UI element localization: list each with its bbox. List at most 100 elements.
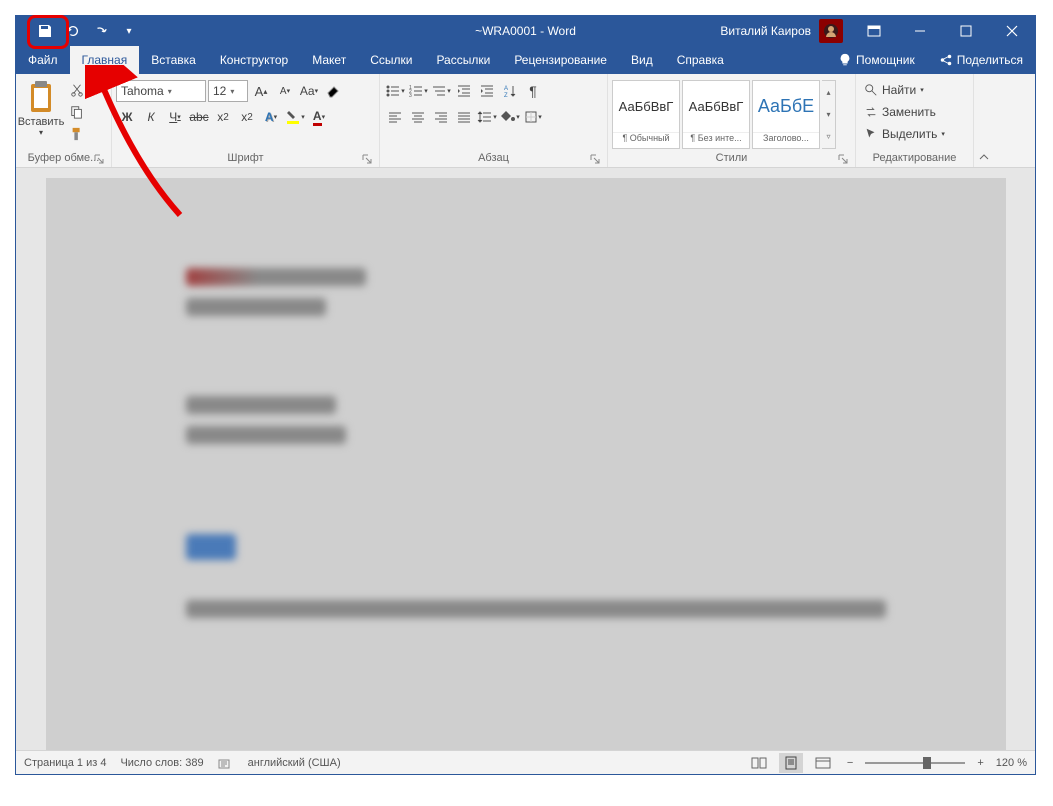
minimize-button[interactable] <box>897 16 943 46</box>
user-name[interactable]: Виталий Каиров <box>712 24 819 38</box>
line-spacing-icon <box>477 110 493 124</box>
style-normal[interactable]: АаБбВвГ ¶ Обычный <box>612 80 680 149</box>
change-case-button[interactable]: Aa▾ <box>298 80 320 102</box>
styles-gallery-more[interactable]: ▴ ▾ ▿ <box>822 80 836 149</box>
document-area[interactable] <box>16 168 1035 750</box>
style-heading1[interactable]: АаБбЕ Заголово... <box>752 80 820 149</box>
tab-design[interactable]: Конструктор <box>208 46 300 74</box>
select-button[interactable]: Выделить▾ <box>860 124 949 144</box>
underline-button[interactable]: Ч▾ <box>164 106 186 128</box>
align-center-button[interactable] <box>407 106 429 128</box>
ribbon-display-button[interactable] <box>851 16 897 46</box>
clear-formatting-button[interactable] <box>322 80 344 102</box>
status-wordcount[interactable]: Число слов: 389 <box>120 757 203 769</box>
format-painter-button[interactable] <box>66 124 88 144</box>
tab-references[interactable]: Ссылки <box>358 46 424 74</box>
minimize-icon <box>914 25 926 37</box>
tab-share[interactable]: Поделиться <box>927 46 1035 74</box>
redo-button[interactable] <box>87 18 115 44</box>
borders-icon <box>524 110 538 124</box>
paste-button[interactable]: Вставить ▾ <box>20 80 62 137</box>
numbering-button[interactable]: 123▾ <box>407 80 429 102</box>
shading-icon <box>500 110 516 124</box>
replace-button[interactable]: Заменить <box>860 102 940 122</box>
web-layout-icon <box>815 757 831 769</box>
tab-view[interactable]: Вид <box>619 46 665 74</box>
show-marks-button[interactable]: ¶ <box>522 80 544 102</box>
font-dialog-launcher[interactable] <box>361 153 373 165</box>
font-name-combo[interactable]: Tahoma▾ <box>116 80 206 102</box>
zoom-slider-thumb[interactable] <box>923 757 931 769</box>
word-window: ▾ ~WRA0001 - Word Виталий Каиров Файл Гл… <box>15 15 1036 775</box>
zoom-out-button[interactable]: − <box>843 757 857 769</box>
italic-button[interactable]: К <box>140 106 162 128</box>
bold-button[interactable]: Ж <box>116 106 138 128</box>
styles-dialog-launcher[interactable] <box>837 153 849 165</box>
styles-down-button[interactable]: ▾ <box>822 103 835 125</box>
sort-button[interactable]: AZ <box>499 80 521 102</box>
collapse-ribbon-button[interactable] <box>974 74 994 167</box>
strikethrough-button[interactable]: abc <box>188 106 210 128</box>
document-page[interactable] <box>46 178 1006 750</box>
styles-expand-button[interactable]: ▿ <box>822 126 835 148</box>
shrink-font-button[interactable]: A▾ <box>274 80 296 102</box>
titlebar-right: Виталий Каиров <box>712 16 1035 46</box>
tab-home[interactable]: Главная <box>70 46 140 74</box>
find-button[interactable]: Найти▾ <box>860 80 928 100</box>
multilevel-list-button[interactable]: ▾ <box>430 80 452 102</box>
view-print-button[interactable] <box>779 753 803 773</box>
tab-mailings[interactable]: Рассылки <box>424 46 502 74</box>
maximize-button[interactable] <box>943 16 989 46</box>
save-button[interactable] <box>31 18 59 44</box>
zoom-in-button[interactable]: + <box>973 757 987 769</box>
subscript-button[interactable]: x2 <box>212 106 234 128</box>
tab-layout[interactable]: Макет <box>300 46 358 74</box>
grow-font-button[interactable]: A▴ <box>250 80 272 102</box>
cut-button[interactable] <box>66 80 88 100</box>
tab-help[interactable]: Справка <box>665 46 736 74</box>
clipboard-dialog-launcher[interactable] <box>93 153 105 165</box>
superscript-button[interactable]: x2 <box>236 106 258 128</box>
bullets-button[interactable]: ▾ <box>384 80 406 102</box>
tab-review[interactable]: Рецензирование <box>502 46 619 74</box>
decrease-indent-button[interactable] <box>453 80 475 102</box>
tab-file[interactable]: Файл <box>16 46 70 74</box>
borders-button[interactable]: ▾ <box>522 106 544 128</box>
tab-insert[interactable]: Вставка <box>139 46 208 74</box>
undo-button[interactable] <box>59 18 87 44</box>
shading-button[interactable]: ▾ <box>499 106 521 128</box>
increase-indent-button[interactable] <box>476 80 498 102</box>
justify-button[interactable] <box>453 106 475 128</box>
view-read-button[interactable] <box>747 753 771 773</box>
style-no-spacing[interactable]: АаБбВвГ ¶ Без инте... <box>682 80 750 149</box>
format-painter-icon <box>70 127 84 141</box>
styles-up-button[interactable]: ▴ <box>822 81 835 103</box>
zoom-slider[interactable] <box>865 762 965 764</box>
line-spacing-button[interactable]: ▾ <box>476 106 498 128</box>
tab-assistant[interactable]: Помощник <box>826 46 927 74</box>
maximize-icon <box>960 25 972 37</box>
align-left-button[interactable] <box>384 106 406 128</box>
text-effects-button[interactable]: A▾ <box>260 106 282 128</box>
view-web-button[interactable] <box>811 753 835 773</box>
status-language[interactable]: английский (США) <box>248 757 341 769</box>
paragraph-dialog-launcher[interactable] <box>589 153 601 165</box>
status-page[interactable]: Страница 1 из 4 <box>24 757 106 769</box>
qat-customize-button[interactable]: ▾ <box>115 18 143 44</box>
close-button[interactable] <box>989 16 1035 46</box>
statusbar: Страница 1 из 4 Число слов: 389 английск… <box>16 750 1035 774</box>
spellcheck-icon[interactable] <box>218 756 234 770</box>
highlight-button[interactable]: ▾ <box>284 106 306 128</box>
align-left-icon <box>388 111 402 123</box>
group-styles: АаБбВвГ ¶ Обычный АаБбВвГ ¶ Без инте... … <box>608 74 856 167</box>
quick-access-toolbar: ▾ <box>16 18 143 44</box>
blurred-text-line <box>186 268 366 286</box>
align-right-button[interactable] <box>430 106 452 128</box>
copy-button[interactable] <box>66 102 88 122</box>
blurred-text-line <box>186 600 886 618</box>
font-size-combo[interactable]: 12▾ <box>208 80 248 102</box>
user-avatar[interactable] <box>819 19 843 43</box>
zoom-level[interactable]: 120 % <box>996 757 1027 769</box>
font-color-button[interactable]: A▾ <box>308 106 330 128</box>
cut-icon <box>70 83 84 97</box>
